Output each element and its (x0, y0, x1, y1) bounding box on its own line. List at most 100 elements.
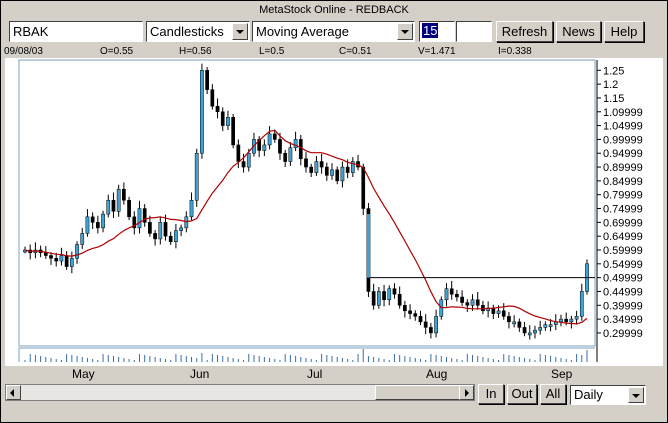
scroll-right-button[interactable] (459, 385, 474, 400)
candle-body (200, 70, 204, 154)
plot-frame (18, 59, 596, 347)
candle-body (116, 188, 121, 212)
interval-select[interactable]: Daily (570, 385, 646, 405)
symbol-input[interactable]: RBAK (9, 21, 143, 42)
candle-body (330, 169, 334, 176)
period-input[interactable]: 15 (419, 21, 455, 42)
candle-body (59, 255, 64, 262)
candle-body (377, 291, 381, 306)
candle-body (174, 230, 178, 242)
candle-body (507, 316, 511, 323)
candle-body (574, 316, 579, 320)
y-axis: 1.25 1.2 1.15 1.09999 1.049990.99999 0.94999 0… (596, 60, 643, 362)
y-tick-label: 1.15 (603, 93, 624, 105)
period-value: 15 (422, 23, 439, 38)
candle-body (475, 299, 480, 306)
candle-body (80, 233, 85, 245)
y-tick-label: 0.69999 (603, 217, 643, 229)
candle-body (189, 199, 194, 218)
candle-body (267, 133, 272, 146)
candle-body (465, 302, 470, 306)
help-button[interactable]: Help (604, 21, 644, 42)
candle-body (387, 288, 392, 301)
candle-body (496, 310, 501, 314)
candle-body (522, 327, 527, 334)
candle-body (491, 307, 496, 314)
candle-body (137, 208, 142, 229)
refresh-button[interactable]: Refresh (496, 21, 553, 42)
candle-body (444, 288, 449, 301)
y-tick-label: 0.79999 (603, 190, 643, 202)
ohlc-open: O=0.55 (100, 46, 134, 57)
zoom-in-button[interactable]: In (478, 384, 504, 404)
candle-body (262, 144, 267, 151)
candle-body (215, 105, 220, 113)
candle-body (361, 166, 366, 209)
scroll-thumb[interactable] (375, 385, 460, 400)
candle-body (148, 222, 152, 234)
chart-scrollbar[interactable] (5, 384, 475, 401)
candle-body (512, 321, 516, 325)
second-period-input[interactable] (456, 21, 492, 42)
ohlc-close: C=0.51 (339, 46, 372, 57)
y-tick-label: 0.74999 (603, 204, 643, 216)
y-tick-label: 1.25 (603, 65, 624, 77)
candle-body (272, 133, 277, 140)
candle-body (413, 313, 418, 317)
candle-body (220, 111, 225, 126)
candle-body (559, 318, 563, 323)
candle-body (543, 324, 548, 328)
zoom-out-button[interactable]: Out (507, 384, 537, 404)
ohlc-date: 09/08/03 (4, 46, 43, 57)
chart-svg: 1.25 1.2 1.15 1.09999 1.049990.99999 0.94999 0… (18, 59, 643, 362)
candle-body (101, 213, 105, 229)
y-tick-label: 0.44999 (603, 286, 643, 298)
candle-body (288, 147, 293, 162)
candle-body (449, 288, 454, 295)
candle-body (481, 305, 485, 312)
candle-body (470, 299, 475, 306)
indicator-select[interactable]: Moving Average (252, 21, 415, 42)
candle-body (85, 216, 90, 234)
ohlc-interest: I=0.338 (498, 46, 532, 57)
candle-body (122, 188, 126, 201)
candle-body (335, 169, 340, 182)
arrow-right-icon (465, 389, 469, 397)
candle-body (158, 222, 163, 240)
chevron-down-icon[interactable] (232, 23, 248, 40)
candle-body (69, 258, 74, 267)
candle-body (246, 152, 251, 168)
candle-body (153, 233, 157, 240)
chart-type-select[interactable]: Candlesticks (146, 21, 250, 42)
candle-body (226, 117, 230, 126)
ohlc-low: L=0.5 (259, 46, 285, 57)
candle-body (423, 321, 428, 328)
ohlc-readout: 09/08/03 O=0.55 H=0.56 L=0.5 C=0.51 V=1.… (4, 46, 594, 58)
candle-body (168, 235, 173, 242)
y-tick-label: 1.09999 (603, 107, 643, 119)
interval-value: Daily (574, 387, 603, 402)
show-all-button[interactable]: All (540, 384, 566, 404)
candle-body (460, 296, 464, 303)
y-tick-label: 0.64999 (603, 231, 643, 243)
y-tick-label: 0.94999 (603, 148, 643, 160)
candle-body (111, 199, 116, 212)
candle-body (231, 117, 235, 146)
chevron-down-icon[interactable] (397, 23, 413, 40)
news-button[interactable]: News (556, 21, 601, 42)
ohlc-high: H=0.56 (179, 46, 212, 57)
candle-body (434, 316, 438, 334)
candle-body (236, 144, 241, 162)
candle-body (538, 327, 543, 331)
y-tick-label: 0.34999 (603, 314, 643, 326)
candle-body (43, 252, 48, 256)
scroll-left-button[interactable] (6, 385, 21, 400)
candle-body (345, 166, 350, 173)
chart-type-value: Candlesticks (150, 24, 224, 39)
volume-panel (18, 347, 595, 362)
price-chart[interactable]: 1.25 1.2 1.15 1.09999 1.04999 0.99999 0.94999 0… (5, 58, 663, 366)
chevron-down-icon[interactable] (628, 387, 644, 403)
candle-body (163, 222, 168, 237)
x-axis: May Jun Jul Aug Sep (5, 366, 600, 383)
candle-body (408, 310, 412, 314)
